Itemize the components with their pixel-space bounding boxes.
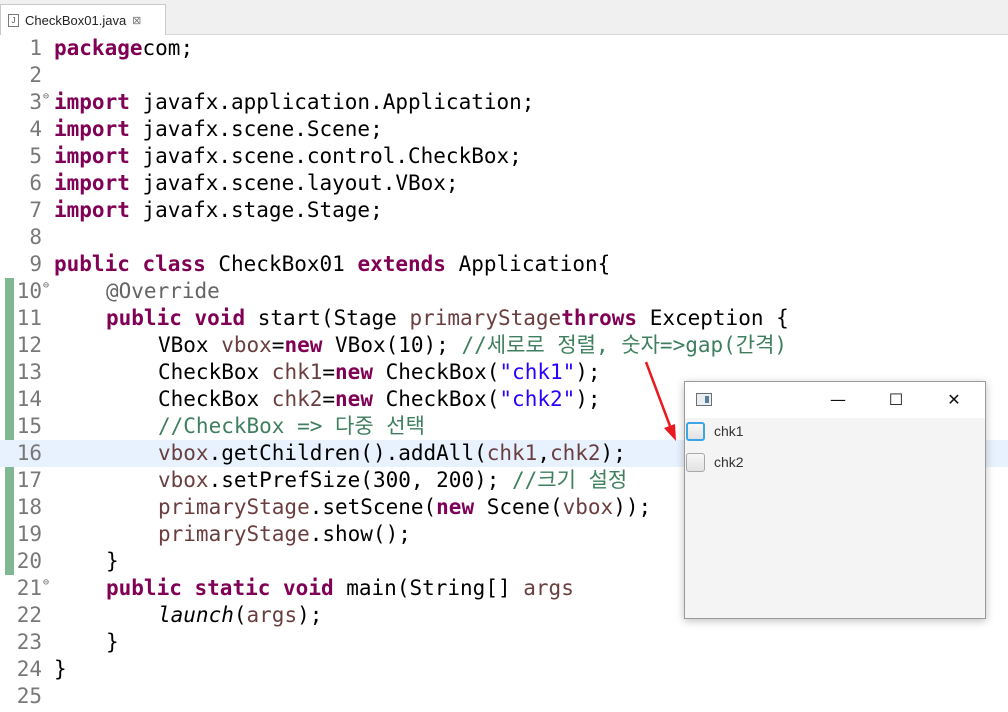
arrow-line [644,361,672,427]
arrow-head [664,424,676,441]
annotation-arrow [644,361,676,441]
